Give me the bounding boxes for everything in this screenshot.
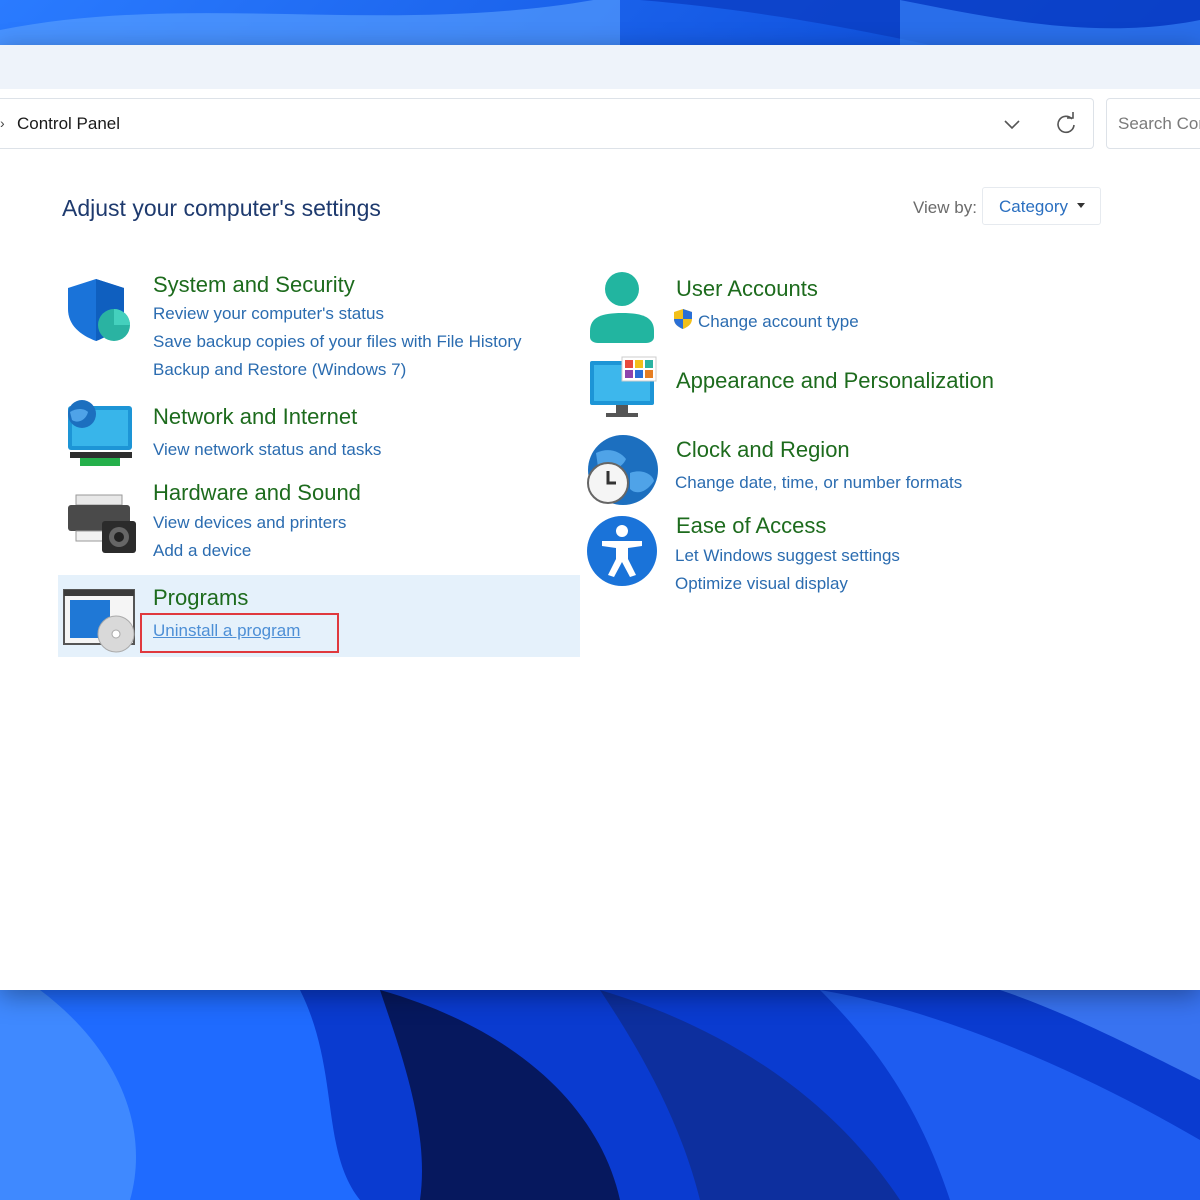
link-network-status[interactable]: View network status and tasks bbox=[153, 439, 381, 461]
page-title: Adjust your computer's settings bbox=[62, 195, 381, 221]
breadcrumb-chevron-icon[interactable]: › bbox=[0, 114, 5, 132]
accessibility-icon[interactable] bbox=[586, 515, 658, 587]
category-user-accounts[interactable]: User Accounts bbox=[676, 276, 818, 302]
shield-icon[interactable] bbox=[64, 275, 134, 345]
category-hardware-sound[interactable]: Hardware and Sound bbox=[153, 480, 361, 506]
desktop-wallpaper-bottom bbox=[0, 990, 1200, 1200]
link-backup-restore[interactable]: Backup and Restore (Windows 7) bbox=[153, 359, 406, 381]
program-disc-icon[interactable] bbox=[62, 588, 138, 654]
uac-shield-icon bbox=[674, 309, 692, 329]
link-file-history[interactable]: Save backup copies of your files with Fi… bbox=[153, 331, 522, 353]
monitor-tiles-icon[interactable] bbox=[588, 355, 660, 421]
globe-clock-icon[interactable] bbox=[586, 433, 660, 507]
link-devices-printers[interactable]: View devices and printers bbox=[153, 512, 346, 534]
link-uninstall-program[interactable]: Uninstall a program bbox=[153, 620, 300, 642]
link-windows-suggest-settings[interactable]: Let Windows suggest settings bbox=[675, 545, 900, 567]
link-change-account-type[interactable]: Change account type bbox=[698, 311, 859, 333]
view-by-dropdown[interactable]: Category bbox=[982, 187, 1101, 225]
title-bar bbox=[0, 45, 1200, 89]
link-add-device[interactable]: Add a device bbox=[153, 540, 251, 562]
link-optimize-visual-display[interactable]: Optimize visual display bbox=[675, 573, 848, 595]
category-network-internet[interactable]: Network and Internet bbox=[153, 404, 357, 430]
search-input[interactable]: Search Control Panel bbox=[1106, 98, 1200, 149]
search-placeholder: Search Control Panel bbox=[1118, 114, 1200, 133]
breadcrumb[interactable]: Control Panel bbox=[17, 113, 120, 135]
refresh-icon[interactable] bbox=[1052, 111, 1080, 137]
link-review-status[interactable]: Review your computer's status bbox=[153, 303, 384, 325]
control-panel-window: › Control Panel Search Control Panel Adj… bbox=[0, 45, 1200, 990]
link-change-date-formats[interactable]: Change date, time, or number formats bbox=[675, 472, 962, 494]
category-programs[interactable]: Programs bbox=[153, 585, 248, 611]
caret-down-icon bbox=[1077, 203, 1085, 208]
view-by-label: View by: bbox=[913, 198, 977, 217]
printer-speaker-icon[interactable] bbox=[64, 493, 138, 555]
user-icon[interactable] bbox=[588, 271, 656, 345]
chevron-down-icon[interactable] bbox=[999, 112, 1025, 136]
address-bar[interactable]: › Control Panel bbox=[0, 98, 1094, 149]
category-appearance-personalization[interactable]: Appearance and Personalization bbox=[676, 368, 994, 394]
category-clock-region[interactable]: Clock and Region bbox=[676, 437, 850, 463]
category-system-security[interactable]: System and Security bbox=[153, 272, 355, 298]
view-by-value: Category bbox=[999, 197, 1068, 216]
globe-monitor-icon[interactable] bbox=[64, 400, 136, 470]
category-ease-of-access[interactable]: Ease of Access bbox=[676, 513, 826, 539]
